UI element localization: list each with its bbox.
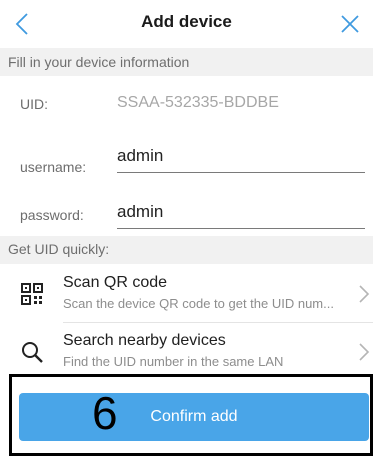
device-info-header-text: Fill in your device information xyxy=(8,54,190,70)
username-field[interactable] xyxy=(117,146,365,166)
username-label: username: xyxy=(20,159,87,175)
scan-qr-subtitle: Scan the device QR code to get the UID n… xyxy=(63,296,334,311)
scan-qr-option[interactable]: Scan QR code Scan the device QR code to … xyxy=(0,265,373,321)
search-nearby-option[interactable]: Search nearby devices Find the UID numbe… xyxy=(0,323,373,379)
chevron-right-icon xyxy=(359,285,370,303)
username-field-wrap xyxy=(117,146,365,173)
get-uid-header-text: Get UID quickly: xyxy=(8,241,110,257)
password-field-wrap xyxy=(117,202,365,229)
uid-label: UID: xyxy=(20,96,48,112)
search-icon xyxy=(22,342,43,363)
search-nearby-subtitle: Find the UID number in the same LAN xyxy=(63,354,284,369)
close-button[interactable] xyxy=(337,8,363,40)
uid-value: SSAA-532335-BDDBE xyxy=(117,94,279,111)
get-uid-header: Get UID quickly: xyxy=(0,236,373,264)
page-title: Add device xyxy=(141,12,232,31)
chevron-right-icon xyxy=(359,343,370,361)
confirm-add-button[interactable]: Confirm add xyxy=(19,393,369,441)
scan-qr-title: Scan QR code xyxy=(63,274,168,291)
password-field[interactable] xyxy=(117,202,365,222)
close-icon xyxy=(341,15,359,33)
qr-code-icon xyxy=(21,283,43,305)
search-nearby-title: Search nearby devices xyxy=(63,332,226,349)
password-label: password: xyxy=(20,207,84,223)
annotation-number: 6 xyxy=(92,387,118,439)
device-info-header: Fill in your device information xyxy=(0,48,373,76)
